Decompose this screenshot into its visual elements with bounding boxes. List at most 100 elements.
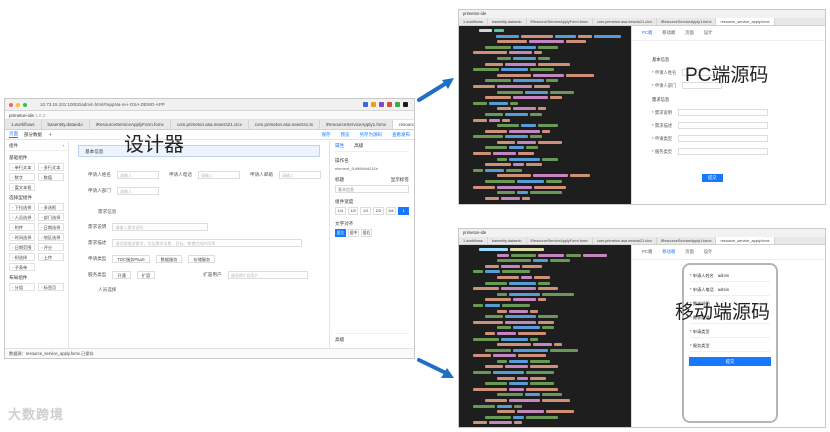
save-button[interactable]: 保存 (322, 132, 331, 138)
component-item[interactable]: 日期范围 (9, 243, 35, 251)
title-input[interactable]: 基本信息 (335, 185, 409, 193)
width-option[interactable]: 1/2 (360, 207, 372, 215)
editor-tab[interactable]: resource_service_apply.fomx (716, 18, 775, 25)
close-dot-icon[interactable] (9, 102, 13, 107)
preview-tab[interactable]: PC端 (642, 30, 652, 36)
editor-tab[interactable]: basentity.dataedo (488, 237, 527, 244)
component-item[interactable]: 多行文本 (38, 163, 64, 171)
component-item[interactable]: 下拉选择 (9, 203, 35, 211)
applicant-email-input[interactable]: 请输入 (278, 171, 321, 179)
extension-icon[interactable] (387, 102, 392, 107)
apply-type-option[interactable]: 存储服务 (188, 255, 216, 263)
align-option[interactable]: 居左 (335, 229, 346, 237)
preview-tab[interactable]: 设计 (704, 249, 713, 255)
width-option[interactable]: 3/4 (385, 207, 397, 215)
editor-tab[interactable]: com.primeton.asa.newcts1.ts (249, 120, 321, 129)
editor-tab[interactable]: 1.workflows (459, 18, 488, 25)
applicant-dept-input[interactable]: 请输入 (116, 187, 159, 195)
req-desc-input[interactable]: 请输入需求说明 (112, 223, 209, 231)
tab-page[interactable]: 页面 (9, 131, 18, 138)
collapse-icon[interactable]: ‹ (63, 141, 64, 150)
applicant-phone-input[interactable]: 请输入 (197, 171, 240, 179)
preview-button[interactable]: 预览 (341, 132, 350, 138)
editor-tab[interactable]: com.primeton.asa.newcts21.cicx (593, 237, 657, 244)
save-as-button[interactable]: 另存为源码 (360, 132, 383, 138)
editor-tab[interactable]: 1.workflows (5, 120, 42, 129)
width-option[interactable]: 1 (398, 207, 410, 215)
publish-button[interactable]: 查看发布 (392, 132, 410, 138)
show-label-toggle[interactable]: 显示标签 (391, 177, 409, 183)
editor-tab[interactable]: resource_service_apply.fomx (393, 120, 414, 129)
width-option[interactable]: 1/3 (347, 207, 359, 215)
editor-tab[interactable]: iResourceServiceApply1.fomx (657, 18, 717, 25)
req-detail-input[interactable]: 请详细描述需求，包括需求场景、目标、期望完成时间等 (112, 239, 303, 247)
align-option[interactable]: 居中 (348, 229, 359, 237)
preview-tab[interactable]: 设计 (704, 30, 713, 36)
editor-tab[interactable]: iResourceServiceApplyForm.fomx (527, 18, 593, 25)
component-item[interactable]: 单行文本 (9, 163, 35, 171)
editor-tab[interactable]: 1.workflows (459, 237, 488, 244)
editor-tab[interactable]: iResourceServiceApply1.fomx (320, 120, 394, 129)
component-item[interactable]: 标签页 (38, 283, 64, 291)
preview-tab[interactable]: 移动端 (662, 249, 675, 255)
mobile-submit-button[interactable]: 提交 (689, 357, 771, 366)
editor-tab[interactable]: basentity.dataedo (488, 18, 527, 25)
apply-type-option[interactable]: 数据服务 (155, 255, 183, 263)
pc-field-input[interactable] (678, 135, 769, 142)
component-item[interactable]: 人员选择 (9, 213, 35, 221)
align-option[interactable]: 居右 (361, 229, 372, 237)
minimize-dot-icon[interactable] (16, 102, 20, 107)
component-item[interactable]: 数字 (9, 173, 35, 181)
component-item[interactable]: 日期选择 (38, 223, 64, 231)
component-item[interactable]: 树选择 (9, 253, 35, 261)
pc-field-input[interactable] (678, 148, 769, 155)
component-item[interactable]: 评分 (38, 243, 64, 251)
service-type-option[interactable]: 开通 (112, 271, 131, 279)
component-item[interactable]: 上传 (38, 253, 64, 261)
pc-submit-button[interactable]: 提交 (702, 174, 723, 182)
service-type-option[interactable]: 扩容 (136, 271, 156, 279)
component-item[interactable]: 富文本框 (9, 183, 35, 191)
component-item[interactable]: 分组 (9, 283, 35, 291)
pc-field-input[interactable] (678, 109, 769, 116)
applicant-name-input[interactable]: 请输入 (116, 171, 159, 179)
section-basic-info[interactable]: 基本信息 (78, 145, 320, 157)
width-option[interactable]: 2/3 (373, 207, 384, 215)
apply-type-option[interactable]: TDC服务PaaS (112, 255, 150, 263)
expand-user-select[interactable]: 请选择扩容用户 (227, 271, 308, 279)
pc-code-editor[interactable] (459, 26, 621, 204)
editor-tab[interactable]: iResourceServiceApply1.fomx (657, 237, 717, 244)
component-item[interactable]: 多选框 (38, 203, 64, 211)
mobile-code-editor[interactable] (459, 245, 621, 427)
mobile-field-value[interactable]: admin (718, 273, 729, 279)
preview-tab[interactable]: PC端 (642, 249, 652, 255)
mobile-field-value[interactable]: admin (718, 287, 729, 293)
extension-icon[interactable] (371, 102, 376, 107)
component-item[interactable]: 子表单 (9, 263, 35, 271)
advanced-section[interactable]: 高级 (335, 333, 409, 343)
editor-tab[interactable]: resource_service_apply.fomx (716, 237, 775, 244)
component-item[interactable]: 地区选择 (38, 233, 64, 241)
add-icon[interactable]: ＋ (48, 132, 53, 138)
preview-tab[interactable]: 页面 (685, 30, 694, 36)
component-item[interactable]: 部门选择 (38, 213, 64, 221)
preview-tab[interactable]: 移动端 (662, 30, 675, 36)
extension-icon[interactable] (379, 102, 384, 107)
maximize-dot-icon[interactable] (23, 102, 27, 107)
editor-tab[interactable]: com.primeton.asa.newcts21.cicx (593, 18, 657, 25)
tab-data[interactable]: 部分数据 (24, 132, 42, 138)
extension-icon[interactable] (363, 102, 368, 107)
editor-tab[interactable]: iResourceServiceApplyForm.fomx (527, 237, 593, 244)
section-requirement-info[interactable]: 需求信息 (98, 209, 328, 215)
address-bar[interactable]: 10.73.15.101:10002/admin.html#/appNa-re-… (40, 102, 165, 107)
extension-icon[interactable] (403, 102, 408, 107)
tab-advanced[interactable]: 高级 (354, 143, 363, 149)
pc-field-input[interactable] (678, 122, 769, 129)
component-item[interactable]: 数值 (38, 173, 64, 181)
tab-properties[interactable]: 属性 (335, 143, 344, 149)
component-item[interactable]: 时间选择 (9, 233, 35, 241)
extension-icon[interactable] (395, 102, 400, 107)
editor-tab[interactable]: basentity.dataedo (42, 120, 90, 129)
preview-tab[interactable]: 页面 (685, 249, 694, 255)
width-option[interactable]: 1/4 (335, 207, 346, 215)
